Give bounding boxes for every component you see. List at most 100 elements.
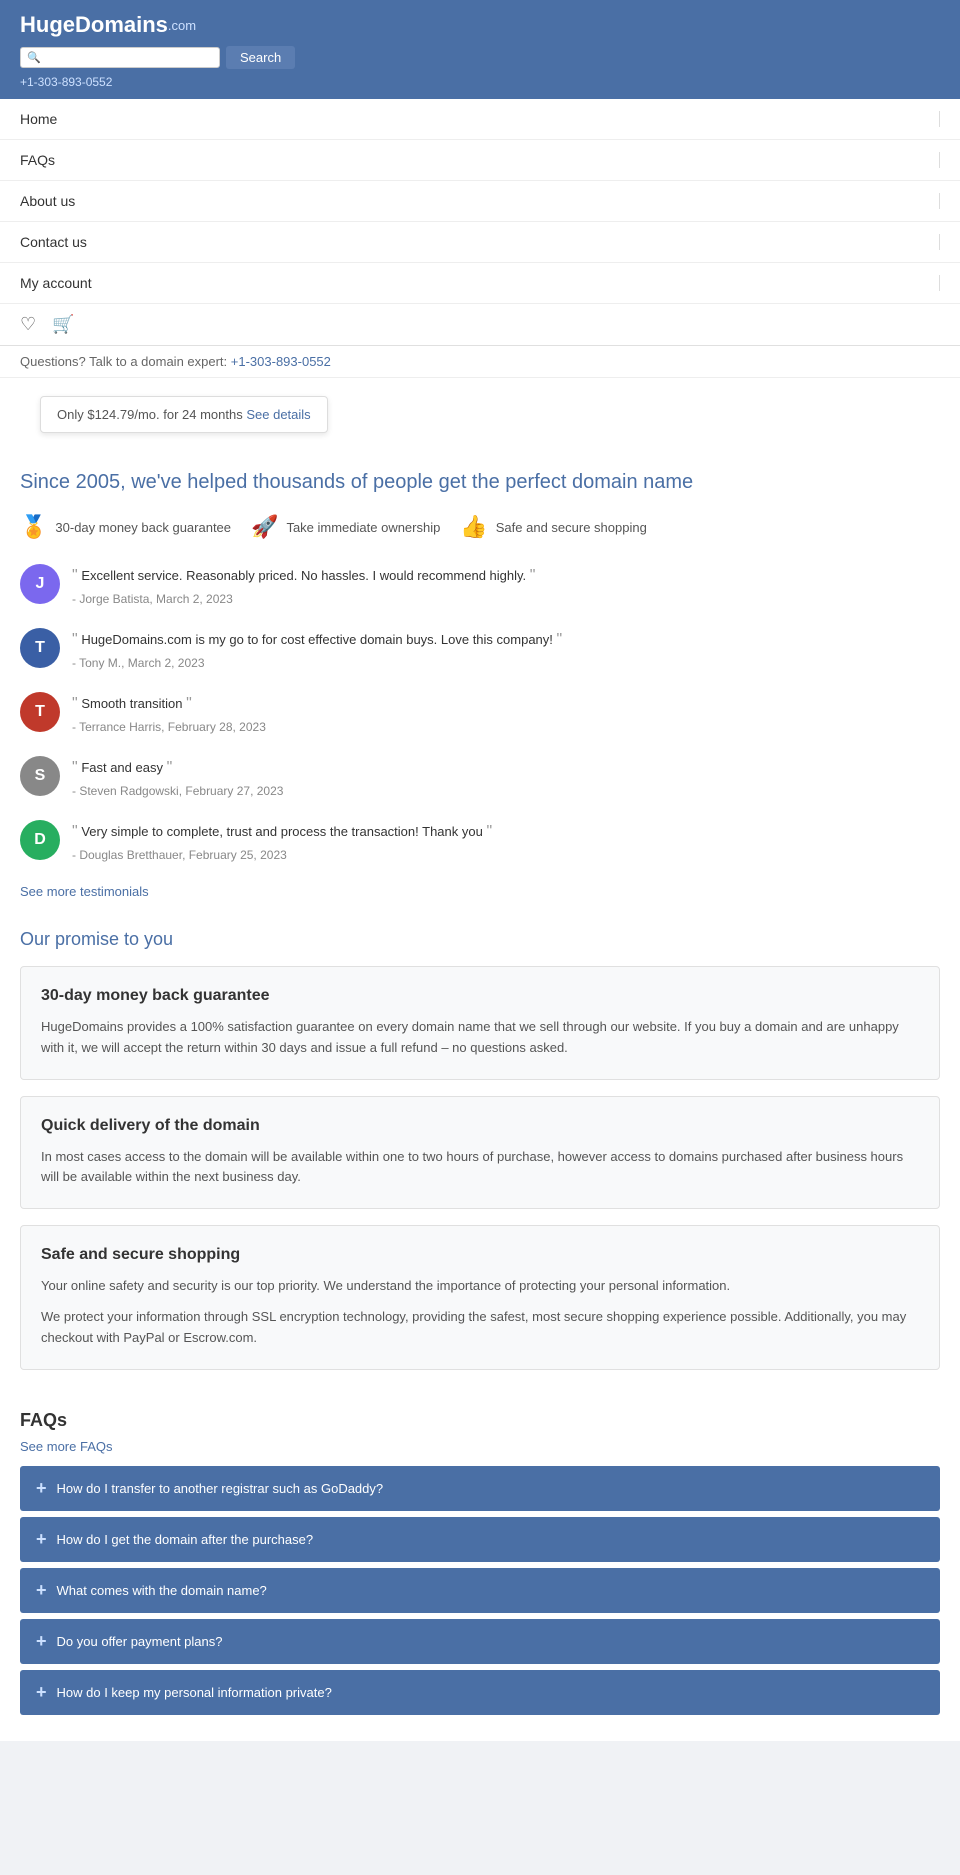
promise-card-title-2: Quick delivery of the domain [41, 1117, 919, 1135]
testimonial-author-5: - Douglas Bretthauer, February 25, 2023 [72, 848, 940, 862]
nav-icons-bar: ♡ 🛒 [0, 304, 960, 345]
testimonial-text-1: Excellent service. Reasonably priced. No… [81, 568, 526, 583]
testimonial-text-3: Smooth transition [81, 696, 182, 711]
features-row: 🏅 30-day money back guarantee 🚀 Take imm… [20, 514, 940, 540]
open-quote-4: " [72, 759, 78, 776]
testimonial-author-2: - Tony M., March 2, 2023 [72, 656, 940, 670]
testimonials-list: J " Excellent service. Reasonably priced… [20, 564, 940, 862]
testimonial-body-3: " Smooth transition " - Terrance Harris,… [72, 692, 940, 734]
promise-title: Our promise to you [20, 929, 940, 950]
testimonial-2: T " HugeDomains.com is my go to for cost… [20, 628, 940, 670]
money-back-icon: 🏅 [20, 514, 47, 540]
testimonial-4: S " Fast and easy " - Steven Radgowski, … [20, 756, 940, 798]
faq-plus-icon-3: + [36, 1580, 47, 1601]
tooltip-link[interactable]: See details [246, 407, 310, 422]
testimonial-body-5: " Very simple to complete, trust and pro… [72, 820, 940, 862]
faq-plus-icon-5: + [36, 1682, 47, 1703]
testimonial-body-4: " Fast and easy " - Steven Radgowski, Fe… [72, 756, 940, 798]
main-content: Since 2005, we've helped thousands of pe… [0, 451, 960, 1741]
nav-label-faqs: FAQs [20, 152, 55, 168]
nav-item-faqs[interactable]: FAQs [0, 140, 960, 181]
faq-label-5: How do I keep my personal information pr… [57, 1685, 332, 1700]
close-quote-2: " [557, 631, 563, 648]
avatar-3: T [20, 692, 60, 732]
logo-com: .com [168, 18, 196, 33]
faq-item-5[interactable]: + How do I keep my personal information … [20, 1670, 940, 1715]
promise-card-secure: Safe and secure shopping Your online saf… [20, 1225, 940, 1369]
testimonial-quote-1: " Excellent service. Reasonably priced. … [72, 564, 940, 588]
nav-divider [939, 275, 940, 291]
feature-label-ownership: Take immediate ownership [286, 520, 440, 535]
feature-secure: 👍 Safe and secure shopping [460, 514, 646, 540]
questions-text: Questions? Talk to a domain expert: [20, 354, 227, 369]
faqs-title: FAQs [20, 1410, 940, 1431]
nav-item-home[interactable]: Home [0, 99, 960, 140]
promise-card-text-3a: Your online safety and security is our t… [41, 1276, 919, 1297]
cart-icon[interactable]: 🛒 [52, 314, 74, 335]
avatar-1: J [20, 564, 60, 604]
close-quote-4: " [167, 759, 173, 776]
promise-card-text-3b: We protect your information through SSL … [41, 1307, 919, 1349]
faq-item-2[interactable]: + How do I get the domain after the purc… [20, 1517, 940, 1562]
faq-plus-icon-4: + [36, 1631, 47, 1652]
testimonial-body-2: " HugeDomains.com is my go to for cost e… [72, 628, 940, 670]
ownership-icon: 🚀 [251, 514, 278, 540]
promise-card-title-3: Safe and secure shopping [41, 1246, 919, 1264]
feature-label-money-back: 30-day money back guarantee [55, 520, 231, 535]
close-quote-1: " [530, 567, 536, 584]
see-more-faqs-link[interactable]: See more FAQs [20, 1439, 940, 1454]
testimonial-3: T " Smooth transition " - Terrance Harri… [20, 692, 940, 734]
nav-divider [939, 193, 940, 209]
faq-label-4: Do you offer payment plans? [57, 1634, 223, 1649]
testimonial-body-1: " Excellent service. Reasonably priced. … [72, 564, 940, 606]
wishlist-icon[interactable]: ♡ [20, 314, 36, 335]
testimonial-text-4: Fast and easy [81, 760, 163, 775]
promise-card-text-1: HugeDomains provides a 100% satisfaction… [41, 1017, 919, 1059]
search-bar: 🔍 Search [20, 46, 940, 69]
promise-card-money-back: 30-day money back guarantee HugeDomains … [20, 966, 940, 1080]
faq-label-3: What comes with the domain name? [57, 1583, 267, 1598]
nav-divider [939, 111, 940, 127]
nav-label-home: Home [20, 111, 57, 127]
questions-phone[interactable]: +1-303-893-0552 [231, 354, 331, 369]
open-quote-2: " [72, 631, 78, 648]
testimonial-quote-5: " Very simple to complete, trust and pro… [72, 820, 940, 844]
nav-item-about[interactable]: About us [0, 181, 960, 222]
nav-divider [939, 152, 940, 168]
feature-money-back: 🏅 30-day money back guarantee [20, 514, 231, 540]
promise-card-delivery: Quick delivery of the domain In most cas… [20, 1096, 940, 1210]
open-quote-1: " [72, 567, 78, 584]
logo-text: HugeDomains [20, 12, 168, 38]
see-more-testimonials-link[interactable]: See more testimonials [20, 884, 940, 899]
feature-label-secure: Safe and secure shopping [496, 520, 647, 535]
nav-item-account[interactable]: My account [0, 263, 960, 304]
avatar-5: D [20, 820, 60, 860]
header: HugeDomains .com 🔍 Search +1-303-893-055… [0, 0, 960, 99]
promise-card-text-2: In most cases access to the domain will … [41, 1147, 919, 1189]
faq-item-3[interactable]: + What comes with the domain name? [20, 1568, 940, 1613]
testimonial-5: D " Very simple to complete, trust and p… [20, 820, 940, 862]
avatar-2: T [20, 628, 60, 668]
nav-label-contact: Contact us [20, 234, 87, 250]
faq-item-1[interactable]: + How do I transfer to another registrar… [20, 1466, 940, 1511]
faq-item-4[interactable]: + Do you offer payment plans? [20, 1619, 940, 1664]
nav-item-contact[interactable]: Contact us [0, 222, 960, 263]
faq-label-2: How do I get the domain after the purcha… [57, 1532, 314, 1547]
nav-label-account: My account [20, 275, 92, 291]
search-button[interactable]: Search [226, 46, 295, 69]
pricing-tooltip: Only $124.79/mo. for 24 months See detai… [40, 396, 328, 433]
logo-area: HugeDomains .com [20, 12, 940, 38]
faq-plus-icon-2: + [36, 1529, 47, 1550]
testimonial-author-3: - Terrance Harris, February 28, 2023 [72, 720, 940, 734]
search-input-wrap: 🔍 [20, 47, 220, 68]
nav-label-about: About us [20, 193, 75, 209]
testimonial-author-4: - Steven Radgowski, February 27, 2023 [72, 784, 940, 798]
header-phone: +1-303-893-0552 [20, 75, 940, 89]
search-input[interactable] [45, 50, 205, 65]
testimonial-quote-3: " Smooth transition " [72, 692, 940, 716]
faq-plus-icon-1: + [36, 1478, 47, 1499]
testimonial-text-5: Very simple to complete, trust and proce… [81, 824, 483, 839]
close-quote-5: " [486, 823, 492, 840]
nav-menu: Home FAQs About us Contact us My account… [0, 99, 960, 346]
faqs-section: FAQs See more FAQs + How do I transfer t… [20, 1400, 940, 1715]
